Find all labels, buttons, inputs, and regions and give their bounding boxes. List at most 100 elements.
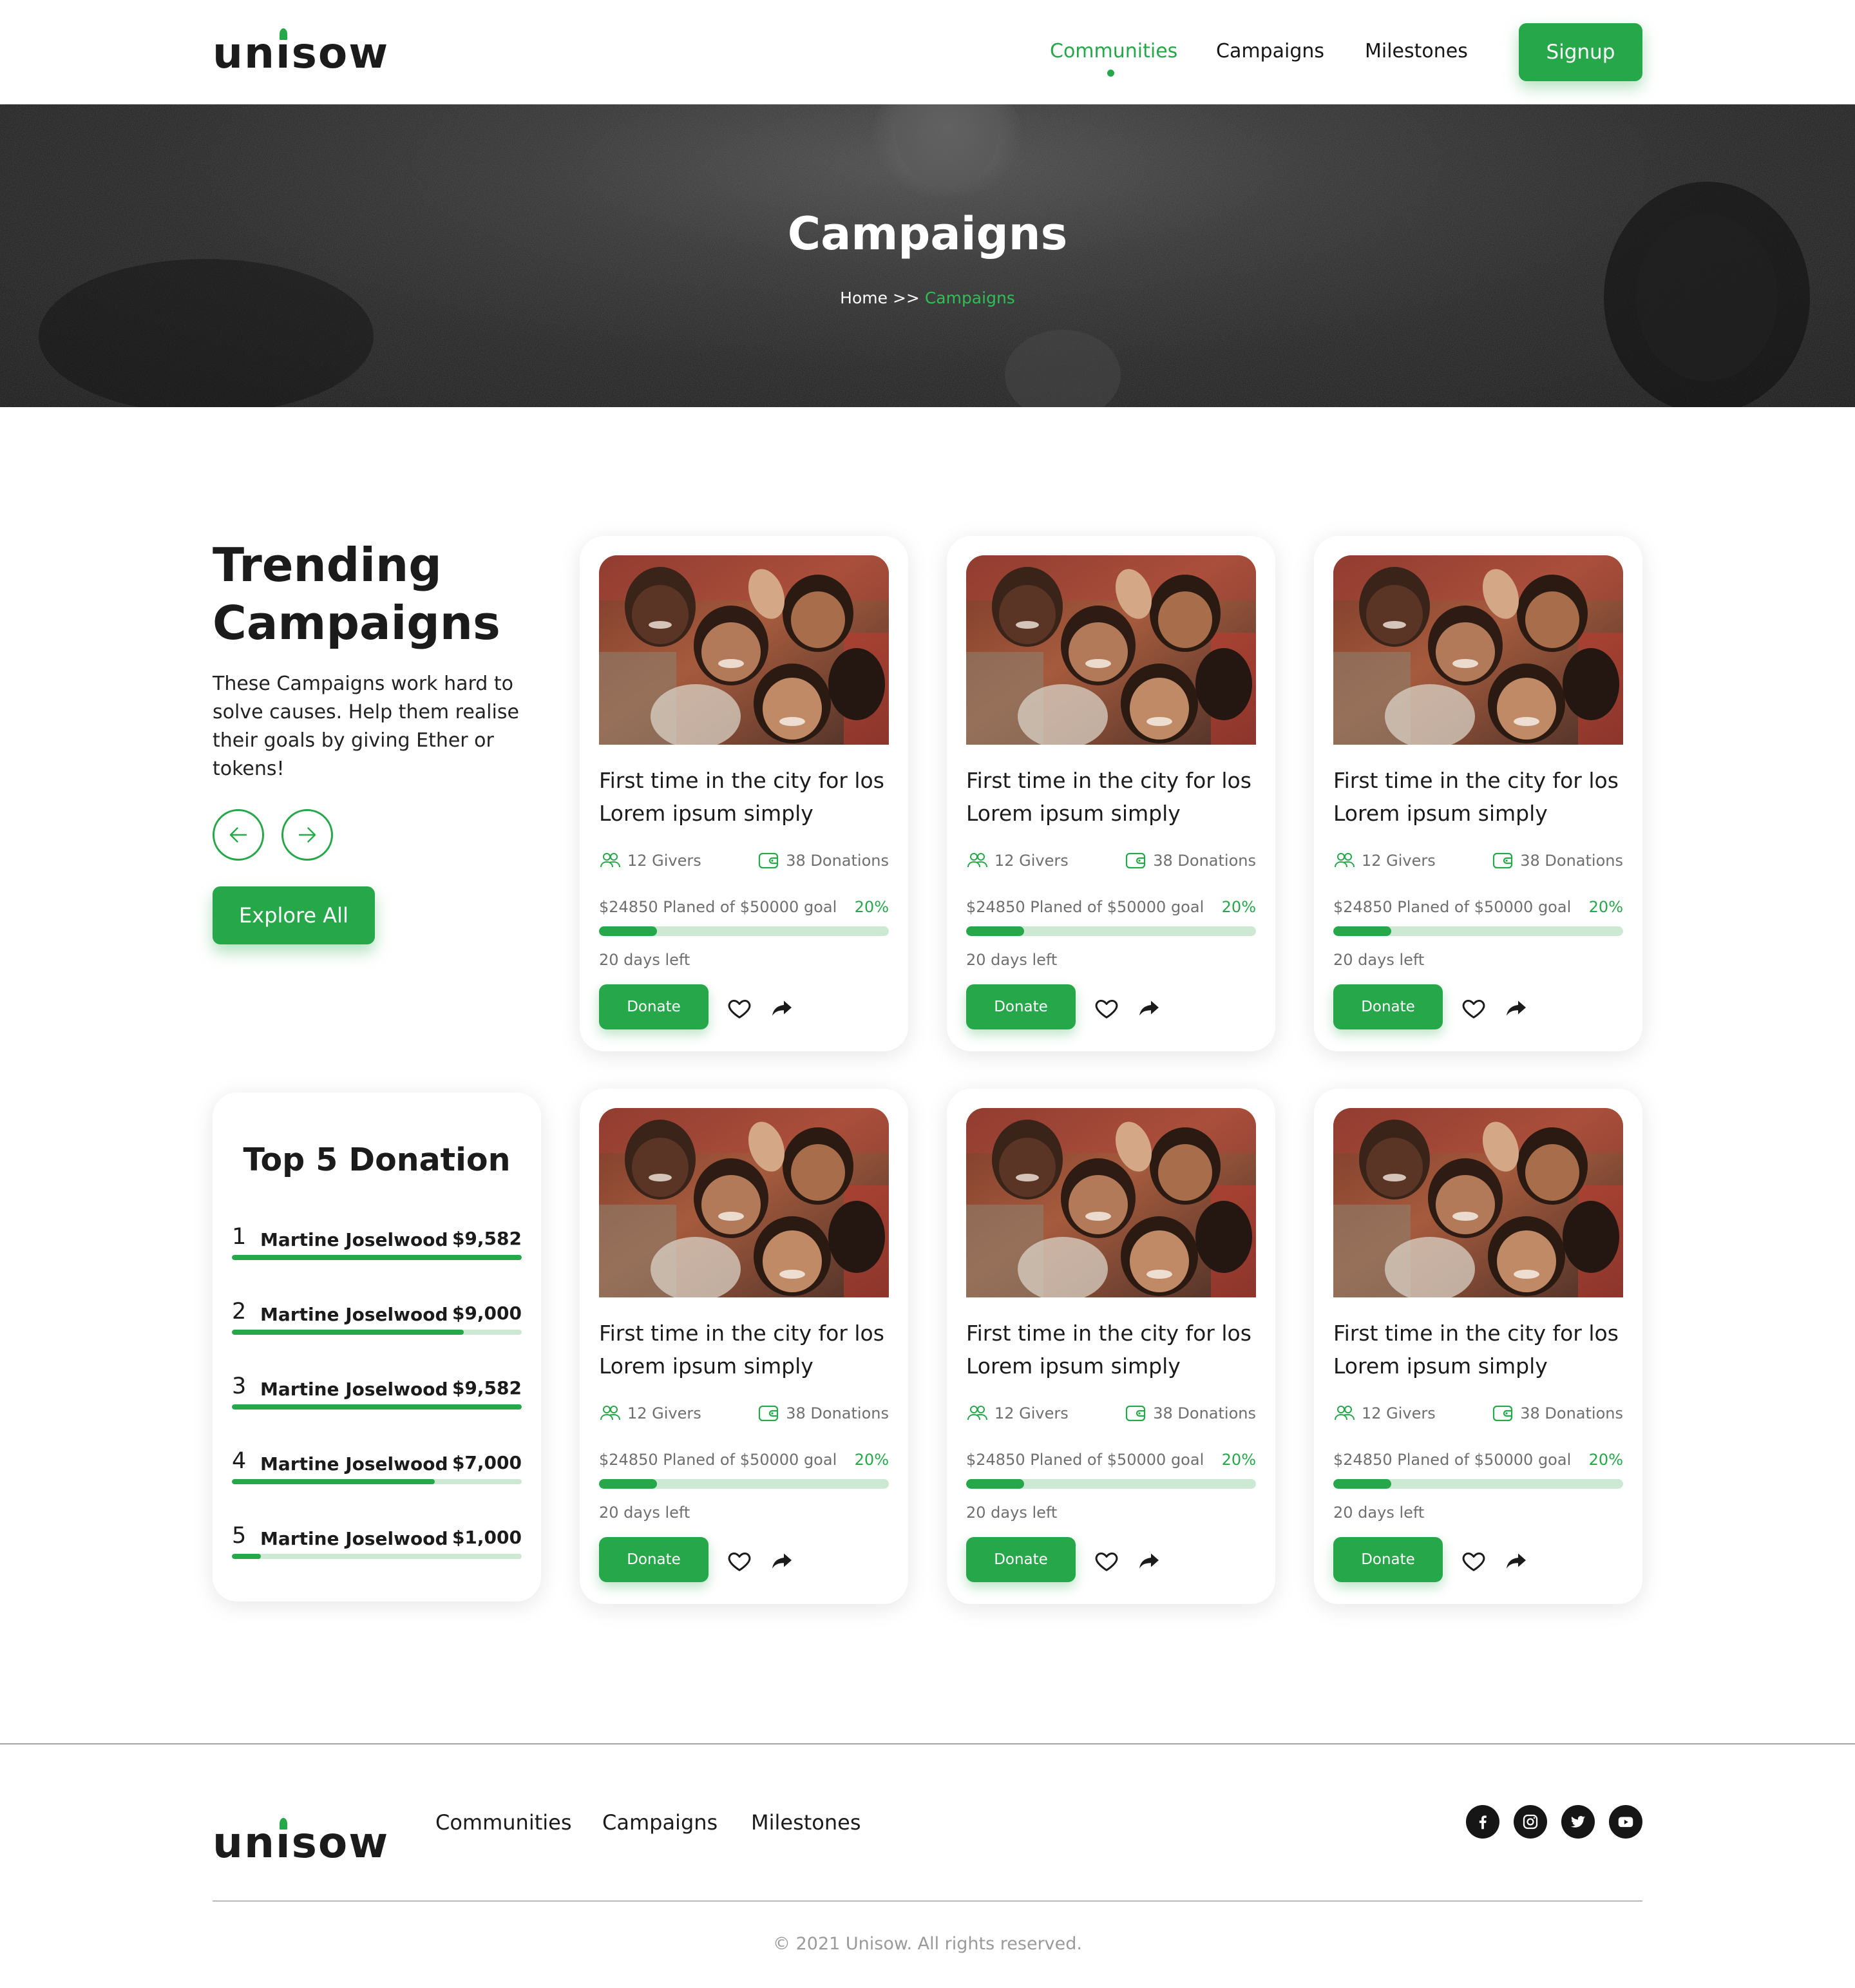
campaign-title[interactable]: First time in the city for los Lorem ips… (599, 764, 895, 830)
campaign-title[interactable]: First time in the city for los Lorem ips… (599, 1317, 895, 1382)
share-icon[interactable] (770, 996, 794, 1019)
donations-count: 38 Donations (1125, 850, 1256, 871)
donor-name[interactable]: Martine Joselwood (260, 1379, 448, 1400)
campaign-title[interactable]: First time in the city for los Lorem ips… (1333, 1317, 1630, 1382)
days-left: 20 days left (1333, 1504, 1425, 1522)
unisow-logo[interactable]: unı sow (213, 28, 389, 75)
campaign-title[interactable]: First time in the city for los Lorem ips… (966, 764, 1262, 830)
funding-progress-fill (1333, 926, 1391, 936)
donor-amount: $7,000 (452, 1452, 522, 1473)
breadcrumb-current: Campaigns (924, 289, 1015, 307)
donor-level-bar (232, 1554, 522, 1559)
givers-label: 12 Givers (1362, 1404, 1436, 1422)
heart-icon[interactable] (727, 996, 752, 1022)
nav-campaigns[interactable]: Campaigns (1216, 40, 1324, 62)
donor-level-fill (232, 1479, 435, 1484)
donor-amount: $9,582 (452, 1228, 522, 1249)
donate-button[interactable]: Donate (1333, 984, 1443, 1029)
share-icon[interactable] (770, 1549, 794, 1572)
campaign-title[interactable]: First time in the city for los Lorem ips… (966, 1317, 1262, 1382)
givers-count: 12 Givers (1333, 850, 1436, 871)
instagram-link[interactable] (1514, 1805, 1547, 1839)
signup-button[interactable]: Signup (1519, 23, 1642, 81)
donations-count: 38 Donations (1125, 1403, 1256, 1424)
donor-name[interactable]: Martine Joselwood (260, 1453, 448, 1475)
wallet-icon (1493, 852, 1513, 869)
hero-title: Campaigns (787, 207, 1068, 260)
donor-level-bar (232, 1255, 522, 1260)
campaign-photo[interactable] (966, 555, 1256, 745)
donor-rank: 5 (232, 1523, 247, 1549)
footer-divider (213, 1900, 1642, 1902)
campaign-photo[interactable] (966, 1108, 1256, 1297)
givers-count: 12 Givers (966, 1403, 1069, 1424)
donate-button[interactable]: Donate (966, 1537, 1076, 1582)
givers-count: 12 Givers (599, 1403, 701, 1424)
planned-amount: $24850 Planed of $50000 goal (1333, 898, 1572, 916)
donor-name[interactable]: Martine Joselwood (260, 1304, 448, 1325)
wallet-icon (1493, 1405, 1513, 1422)
givers-count: 12 Givers (966, 850, 1069, 871)
campaign-card: First time in the city for los Lorem ips… (947, 1089, 1275, 1604)
campaign-card: First time in the city for los Lorem ips… (947, 536, 1275, 1051)
donate-button[interactable]: Donate (1333, 1537, 1443, 1582)
facebook-link[interactable] (1466, 1805, 1499, 1839)
next-button[interactable] (281, 809, 333, 861)
funding-progress-bar (1333, 1479, 1623, 1489)
share-icon[interactable] (1505, 1549, 1528, 1572)
campaign-card: First time in the city for los Lorem ips… (580, 1089, 908, 1604)
heart-icon[interactable] (727, 1549, 752, 1574)
campaign-title[interactable]: First time in the city for los Lorem ips… (1333, 764, 1630, 830)
arrow-left-icon (229, 827, 247, 843)
arrow-right-icon (298, 827, 316, 843)
donate-button[interactable]: Donate (599, 984, 709, 1029)
previous-button[interactable] (213, 809, 264, 861)
footer-unisow-logo[interactable]: unı sow (213, 1818, 389, 1864)
donor-rank: 2 (232, 1299, 247, 1324)
givers-icon (600, 1406, 620, 1420)
campaign-photo[interactable] (1333, 555, 1623, 745)
footer-link-milestones[interactable]: Milestones (751, 1810, 861, 1835)
donate-button[interactable]: Donate (966, 984, 1076, 1029)
givers-icon (1335, 1406, 1355, 1420)
funding-progress-fill (966, 926, 1024, 936)
donor-amount: $1,000 (452, 1527, 522, 1548)
breadcrumb: Home >> Campaigns (0, 289, 1855, 307)
givers-label: 12 Givers (994, 1404, 1069, 1422)
campaign-card: First time in the city for los Lorem ips… (1314, 536, 1642, 1051)
donations-label: 38 Donations (1153, 852, 1256, 870)
explore-all-button[interactable]: Explore All (213, 886, 375, 944)
heart-icon[interactable] (1094, 996, 1119, 1022)
campaign-photo[interactable] (599, 1108, 889, 1297)
footer-link-campaigns[interactable]: Campaigns (602, 1810, 718, 1835)
heart-icon[interactable] (1094, 1549, 1119, 1574)
heart-icon[interactable] (1461, 996, 1487, 1022)
trending-campaigns-heading: Trending Campaigns (213, 538, 500, 650)
campaign-photo[interactable] (599, 555, 889, 745)
planned-amount: $24850 Planed of $50000 goal (966, 898, 1204, 916)
givers-label: 12 Givers (994, 852, 1069, 870)
donor-name[interactable]: Martine Joselwood (260, 1229, 448, 1250)
youtube-link[interactable] (1609, 1805, 1642, 1839)
progress-percent: 20% (1588, 1451, 1623, 1469)
campaign-photo[interactable] (1333, 1108, 1623, 1297)
donor-level-bar (232, 1479, 522, 1484)
twitter-link[interactable] (1561, 1805, 1595, 1839)
footer-link-communities[interactable]: Communities (435, 1810, 572, 1835)
givers-icon (600, 853, 620, 868)
share-icon[interactable] (1137, 996, 1161, 1019)
donor-name[interactable]: Martine Joselwood (260, 1528, 448, 1549)
donor-level-fill (232, 1554, 261, 1559)
nav-communities[interactable]: Communities (1050, 40, 1177, 62)
share-icon[interactable] (1137, 1549, 1161, 1572)
breadcrumb-home[interactable]: Home (840, 289, 888, 307)
share-icon[interactable] (1505, 996, 1528, 1019)
nav-milestones[interactable]: Milestones (1365, 40, 1468, 62)
donate-button[interactable]: Donate (599, 1537, 709, 1582)
instagram-icon (1523, 1814, 1538, 1830)
donations-count: 38 Donations (1492, 1403, 1623, 1424)
donor-row: 4 Martine Joselwood $7,000 (232, 1448, 522, 1493)
progress-percent: 20% (1221, 1451, 1256, 1469)
heart-icon[interactable] (1461, 1549, 1487, 1574)
days-left: 20 days left (966, 1504, 1058, 1522)
